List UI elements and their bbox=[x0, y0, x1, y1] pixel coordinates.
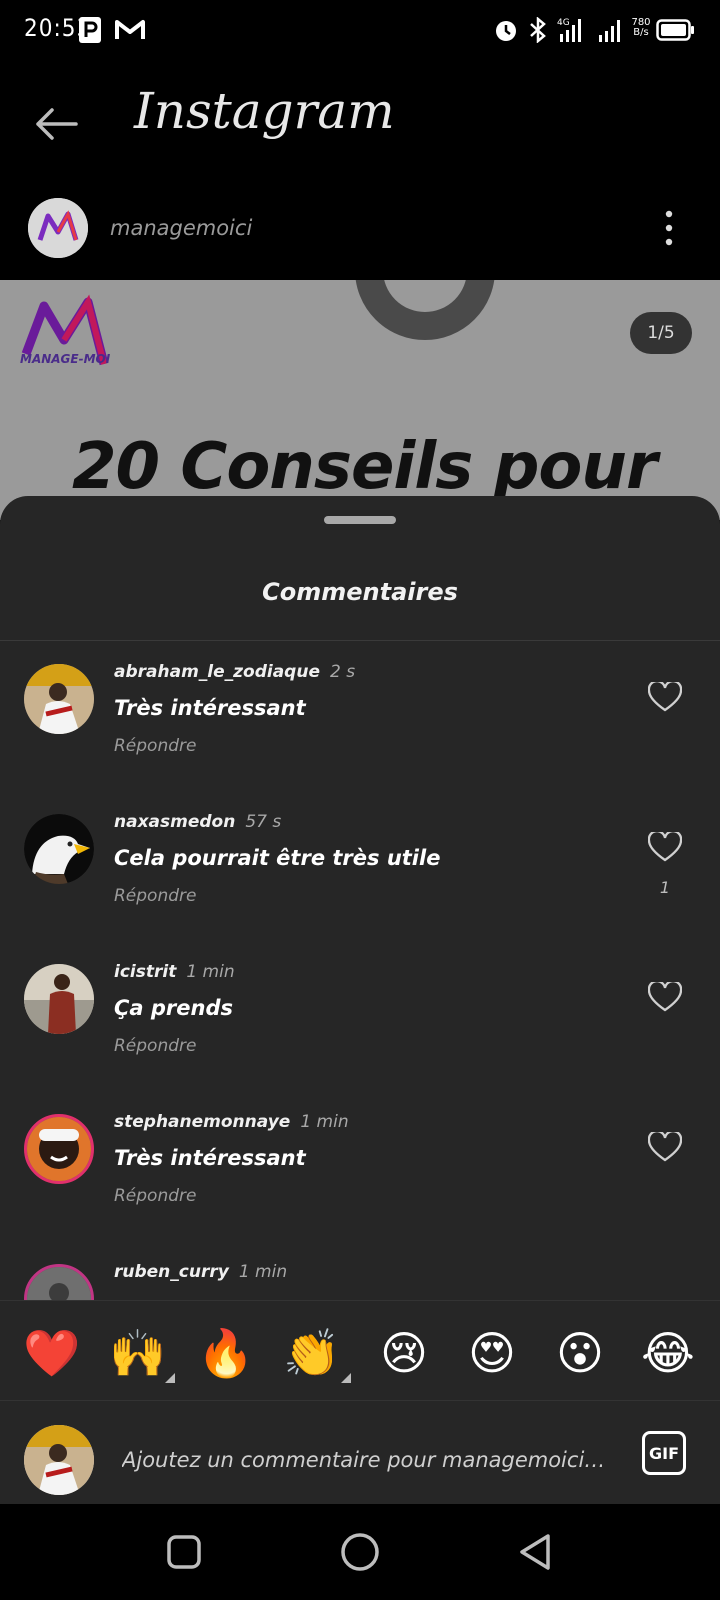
manage-moi-logo-icon bbox=[28, 198, 88, 258]
like-button[interactable] bbox=[647, 1130, 683, 1162]
comment-item: naxasmedon 57 s Cela pourrait être très u… bbox=[0, 802, 720, 952]
system-back-button[interactable] bbox=[514, 1530, 558, 1574]
comment-time: 2 s bbox=[329, 662, 356, 682]
profile-username[interactable]: managemoici bbox=[110, 216, 252, 240]
heart-icon bbox=[647, 980, 683, 1012]
home-circle-icon bbox=[341, 1533, 379, 1571]
sheet-title: Commentaires bbox=[262, 578, 458, 606]
recents-button[interactable] bbox=[162, 1530, 206, 1574]
comment-username[interactable]: icistrit 1 min bbox=[114, 962, 235, 982]
emoji-heart-eyes[interactable]: 😍 bbox=[462, 1323, 522, 1383]
back-arrow-icon bbox=[36, 108, 78, 140]
reply-button[interactable]: Répondre bbox=[114, 736, 196, 756]
comment-username-text[interactable]: ruben_curry bbox=[114, 1262, 229, 1282]
status-bar: 20:53 4G 780 B/s bbox=[0, 0, 720, 64]
signal-icon bbox=[596, 14, 626, 46]
sheet-drag-handle[interactable] bbox=[324, 516, 396, 524]
current-user-avatar bbox=[24, 1425, 94, 1495]
comment-item: abraham_le_zodiaque 2 s Très intéressant … bbox=[0, 652, 720, 802]
comment-time: 1 min bbox=[238, 1262, 288, 1282]
network-label: 4G bbox=[557, 18, 570, 28]
net-speed: 780 B/s bbox=[628, 18, 654, 38]
comment-text: Ça prends bbox=[114, 996, 234, 1020]
comment-username[interactable]: abraham_le_zodiaque 2 s bbox=[114, 662, 355, 682]
reply-button[interactable]: Répondre bbox=[114, 1036, 196, 1056]
divider bbox=[0, 640, 720, 641]
back-button[interactable] bbox=[30, 98, 82, 150]
carousel-page-indicator: 1/5 bbox=[630, 312, 692, 354]
comment-username-text[interactable]: abraham_le_zodiaque bbox=[114, 662, 320, 682]
parking-app-icon bbox=[78, 14, 102, 46]
emoji-surprised[interactable]: 😮 bbox=[550, 1323, 610, 1383]
net-speed-unit: B/s bbox=[633, 27, 649, 38]
like-button[interactable] bbox=[647, 980, 683, 1012]
bluetooth-icon bbox=[526, 14, 550, 46]
skin-tone-caret-icon bbox=[165, 1373, 175, 1383]
emoji-clapping[interactable]: 👏 bbox=[282, 1323, 342, 1383]
home-button[interactable] bbox=[338, 1530, 382, 1574]
comment-username-text[interactable]: stephanemonnaye bbox=[114, 1112, 290, 1132]
comment-item: icistrit 1 min Ça prends Répondre bbox=[0, 952, 720, 1102]
comment-username[interactable]: ruben_curry 1 min bbox=[114, 1262, 287, 1282]
comment-time: 1 min bbox=[300, 1112, 349, 1132]
recents-square-icon bbox=[167, 1535, 201, 1569]
battery-icon bbox=[656, 14, 696, 46]
back-triangle-icon bbox=[520, 1534, 550, 1570]
comment-time: 1 min bbox=[186, 962, 235, 982]
heart-icon bbox=[647, 1130, 683, 1162]
post-image[interactable]: MANAGE-MOI 1/5 20 Conseils pour bbox=[0, 280, 720, 520]
mobile-signal-4g-icon: 4G bbox=[556, 14, 588, 46]
emoji-fire[interactable]: 🔥 bbox=[196, 1323, 256, 1383]
commenter-avatar[interactable] bbox=[24, 814, 94, 884]
comment-text: Cela pourrait être très utile bbox=[114, 846, 441, 870]
app-title: Instagram bbox=[134, 82, 395, 140]
comment-username[interactable]: naxasmedon 57 s bbox=[114, 812, 281, 832]
system-nav-bar bbox=[0, 1504, 720, 1600]
reply-button[interactable]: Répondre bbox=[114, 886, 196, 906]
skin-tone-caret-icon bbox=[341, 1373, 351, 1383]
heart-icon bbox=[647, 830, 683, 862]
comment-composer: GIF bbox=[0, 1400, 720, 1505]
comment-time: 57 s bbox=[245, 812, 282, 832]
emoji-laughing[interactable]: 😂 bbox=[638, 1323, 698, 1383]
commenter-avatar[interactable] bbox=[24, 664, 94, 734]
like-button[interactable] bbox=[647, 830, 683, 862]
gmail-icon bbox=[114, 14, 146, 46]
profile-avatar[interactable] bbox=[28, 198, 88, 258]
emoji-raising-hands[interactable]: 🙌 bbox=[108, 1323, 168, 1383]
more-vertical-icon bbox=[665, 210, 673, 246]
post-headline: 20 Conseils pour bbox=[72, 430, 657, 504]
manage-moi-logo bbox=[18, 294, 118, 384]
like-count: 1 bbox=[659, 878, 671, 897]
emoji-reaction-bar: ❤️ 🙌 🔥 👏 😢 😍 😮 😂 bbox=[0, 1300, 720, 1401]
post-brand-label: MANAGE-MOI bbox=[20, 352, 111, 366]
emoji-heart[interactable]: ❤️ bbox=[22, 1323, 82, 1383]
like-button[interactable] bbox=[647, 680, 683, 712]
emoji-crying[interactable]: 😢 bbox=[374, 1323, 434, 1383]
comment-item: stephanemonnaye 1 min Très intéressant Ré… bbox=[0, 1102, 720, 1252]
commenter-avatar[interactable] bbox=[24, 964, 94, 1034]
comment-text: Très intéressant bbox=[114, 1146, 306, 1170]
comment-username[interactable]: stephanemonnaye 1 min bbox=[114, 1112, 349, 1132]
heart-icon bbox=[647, 680, 683, 712]
alarm-icon bbox=[492, 14, 520, 46]
comment-input[interactable] bbox=[120, 1437, 604, 1483]
more-options-button[interactable] bbox=[664, 210, 674, 246]
commenter-avatar-story[interactable] bbox=[24, 1114, 94, 1184]
gif-button[interactable]: GIF bbox=[642, 1431, 686, 1475]
comment-text: Très intéressant bbox=[114, 696, 306, 720]
reply-button[interactable]: Répondre bbox=[114, 1186, 196, 1206]
post-decoration-ring bbox=[355, 280, 495, 340]
comment-username-text[interactable]: naxasmedon bbox=[114, 812, 235, 832]
comment-username-text[interactable]: icistrit bbox=[114, 962, 176, 982]
